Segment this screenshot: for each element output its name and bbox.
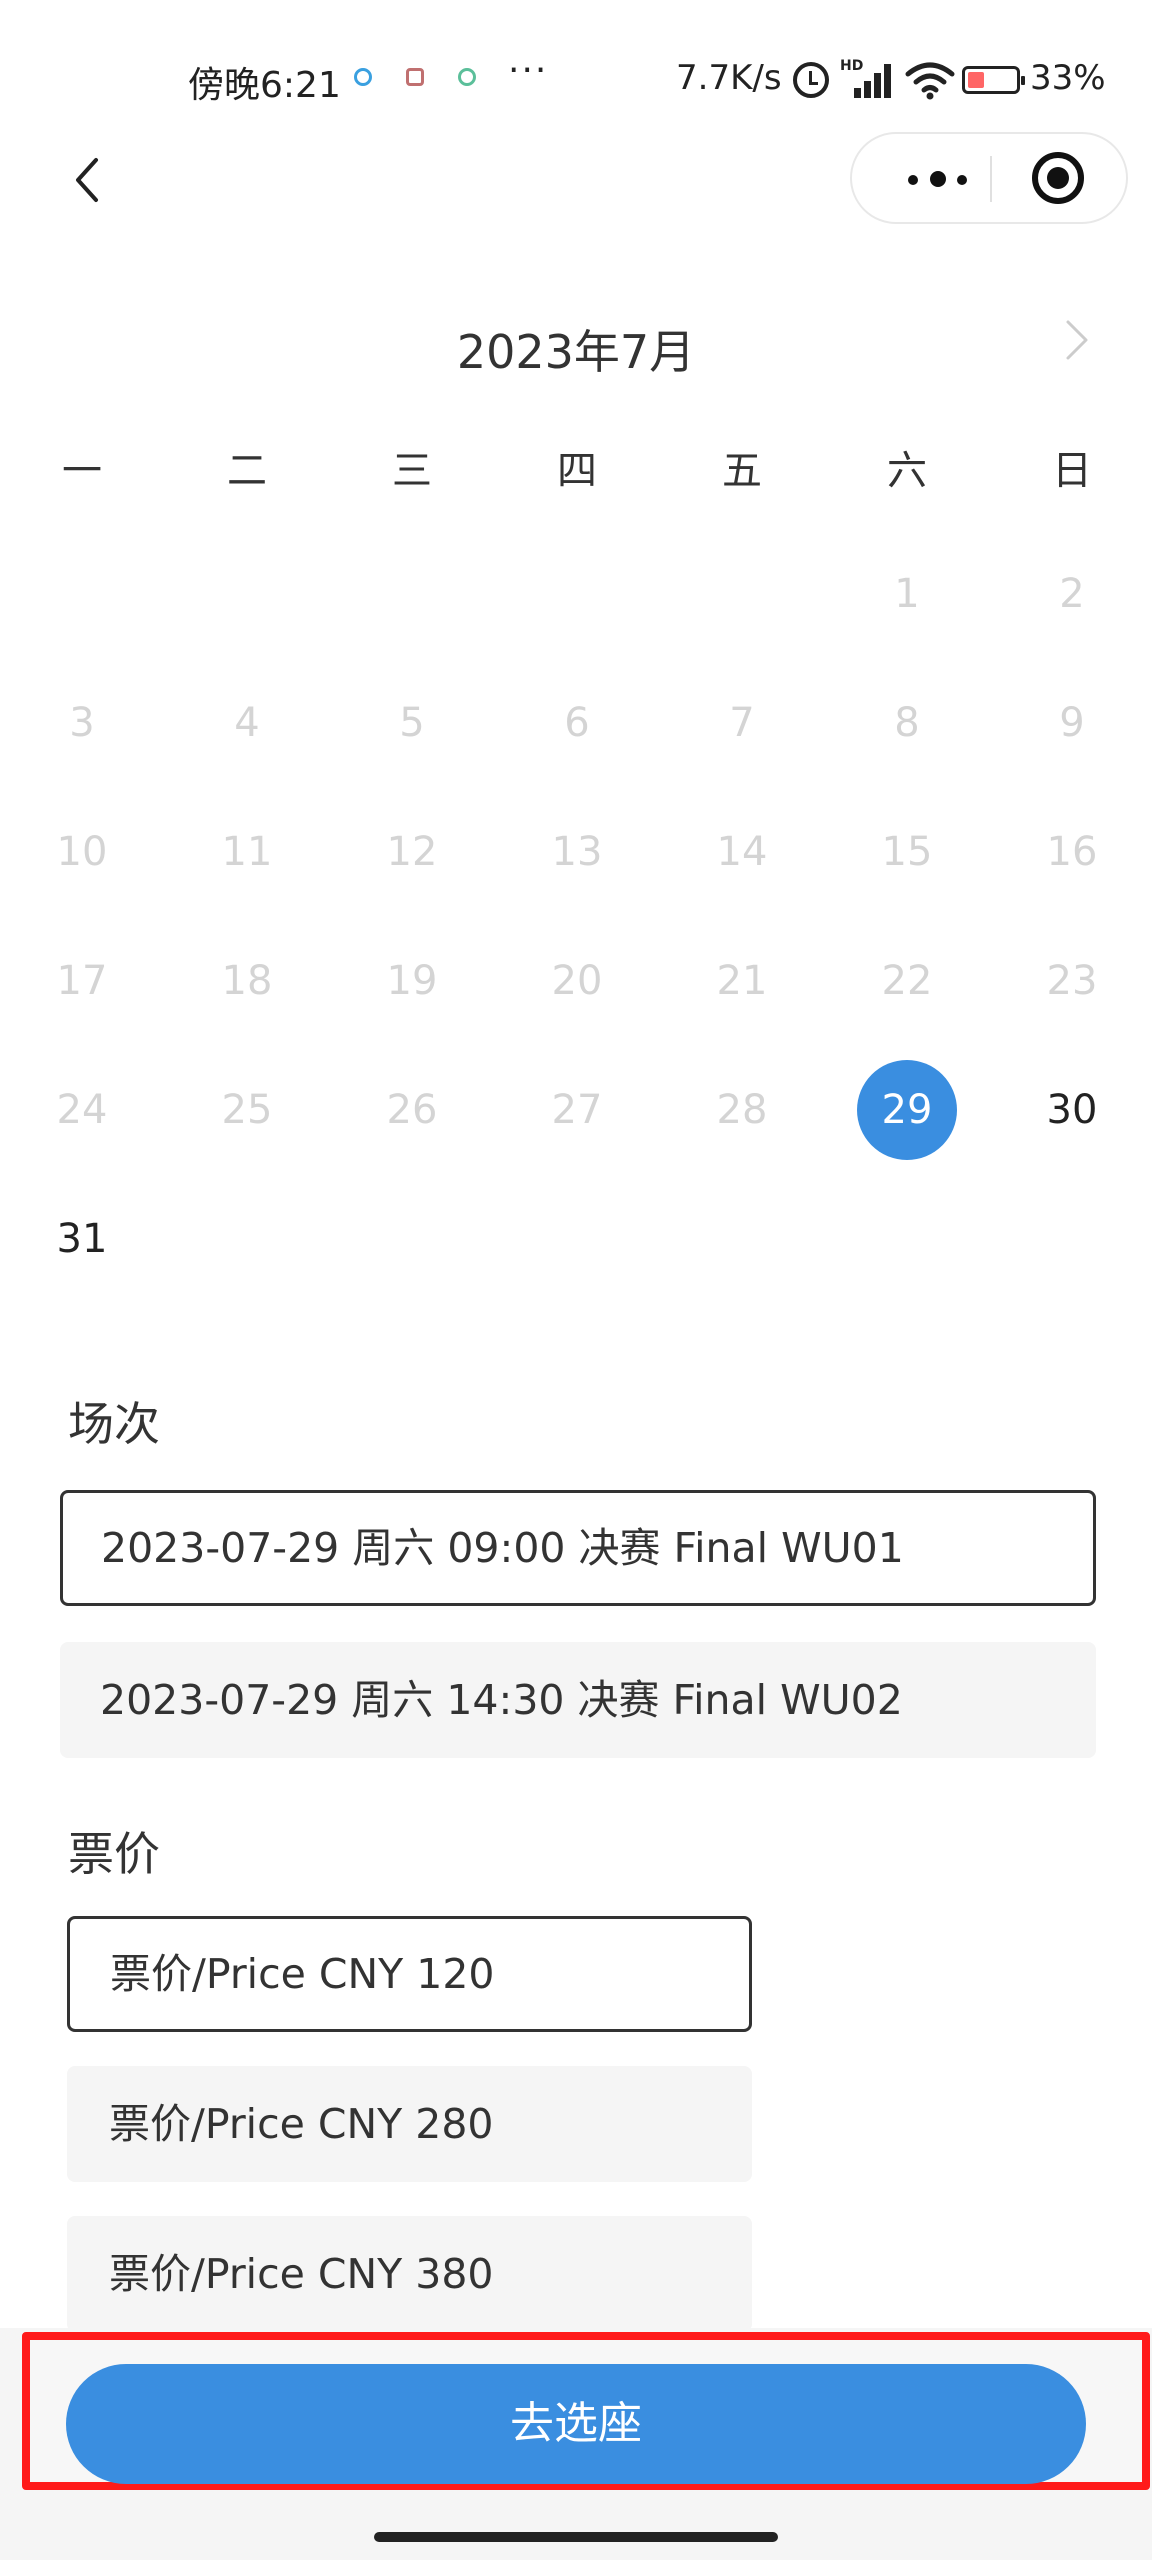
calendar-day[interactable]: 30 xyxy=(1022,1060,1122,1160)
weekday-label: 日 xyxy=(1052,448,1092,494)
session-option-2[interactable]: 2023-07-29 周六 14:30 决赛 Final WU02 xyxy=(60,1642,1096,1758)
next-month-icon[interactable] xyxy=(1056,318,1096,362)
calendar-day: 3 xyxy=(69,700,95,746)
price-option-1[interactable]: 票价/Price CNY 120 xyxy=(67,1916,752,2032)
select-seat-button[interactable]: 去选座 xyxy=(66,2364,1086,2484)
weekday-label: 三 xyxy=(392,448,432,494)
calendar-day: 27 xyxy=(551,1087,603,1133)
signal-icon xyxy=(846,64,892,98)
weekday-label: 五 xyxy=(722,448,762,494)
calendar-day[interactable]: 31 xyxy=(32,1189,132,1289)
calendar-day: 14 xyxy=(716,829,768,875)
weekday-label: 一 xyxy=(62,448,102,494)
month-title: 2023年7月 xyxy=(456,325,696,379)
session-option-1[interactable]: 2023-07-29 周六 09:00 决赛 Final WU01 xyxy=(60,1490,1096,1606)
calendar-day: 5 xyxy=(399,700,425,746)
calendar-day: 20 xyxy=(551,958,603,1004)
calendar-day: 25 xyxy=(221,1087,273,1133)
battery-percent: 33% xyxy=(1030,58,1106,98)
prices-label: 票价 xyxy=(68,1827,160,1881)
calendar-day: 24 xyxy=(56,1087,108,1133)
calendar-day: 1 xyxy=(894,571,920,617)
calendar-day: 15 xyxy=(881,829,933,875)
back-icon[interactable] xyxy=(58,150,118,210)
weekday-label: 四 xyxy=(557,448,597,494)
home-indicator xyxy=(374,2532,778,2542)
calendar-day: 8 xyxy=(894,700,920,746)
app-notification-icon xyxy=(406,68,424,86)
calendar-day-selected[interactable]: 29 xyxy=(857,1060,957,1160)
calendar-day: 18 xyxy=(221,958,273,1004)
calendar-day: 13 xyxy=(551,829,603,875)
calendar-day: 21 xyxy=(716,958,768,1004)
price-option-2[interactable]: 票价/Price CNY 280 xyxy=(67,2066,752,2182)
weekday-label: 六 xyxy=(887,448,927,494)
status-bar: 傍晚6:21 ··· 7.7K/s HD 33% xyxy=(0,0,1152,150)
calendar-day: 12 xyxy=(386,829,438,875)
calendar-day: 9 xyxy=(1059,700,1085,746)
calendar-day: 22 xyxy=(881,958,933,1004)
calendar-day: 6 xyxy=(564,700,590,746)
calendar-day: 4 xyxy=(234,700,260,746)
calendar-day: 19 xyxy=(386,958,438,1004)
alarm-icon xyxy=(793,62,829,98)
network-speed: 7.7K/s xyxy=(676,58,782,98)
app-notification-icon xyxy=(458,68,476,86)
price-option-3[interactable]: 票价/Price CNY 380 xyxy=(67,2216,752,2332)
more-notifications-icon: ··· xyxy=(508,50,549,91)
wifi-icon xyxy=(905,62,955,100)
calendar-day: 10 xyxy=(56,829,108,875)
miniprogram-capsule xyxy=(850,132,1128,224)
close-miniprogram-icon[interactable] xyxy=(1032,152,1084,204)
app-notification-icon xyxy=(354,68,372,86)
calendar-day: 2 xyxy=(1059,571,1085,617)
calendar-day: 23 xyxy=(1046,958,1098,1004)
calendar-day: 26 xyxy=(386,1087,438,1133)
calendar-day: 28 xyxy=(716,1087,768,1133)
battery-icon xyxy=(962,66,1025,94)
more-menu-icon[interactable] xyxy=(890,134,988,222)
weekday-label: 二 xyxy=(227,448,267,494)
sessions-label: 场次 xyxy=(68,1397,160,1451)
calendar-day: 11 xyxy=(221,829,273,875)
capsule-divider xyxy=(990,156,992,202)
calendar-day: 7 xyxy=(729,700,755,746)
calendar-day: 17 xyxy=(56,958,108,1004)
status-time: 傍晚6:21 xyxy=(188,65,341,106)
calendar-day: 16 xyxy=(1046,829,1098,875)
